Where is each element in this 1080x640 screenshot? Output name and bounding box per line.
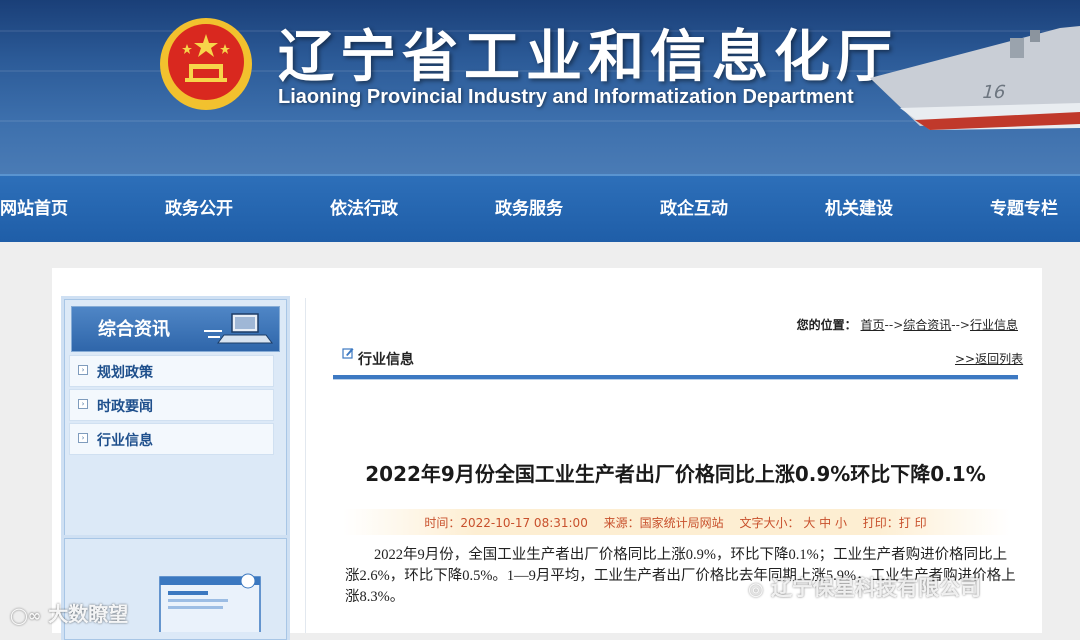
breadcrumb: 您的位置： 首页-->综合资讯-->行业信息 <box>797 316 1018 333</box>
article-time: 时间：2022-10-17 08:31:00 <box>424 516 588 530</box>
breadcrumb-home[interactable]: 首页 <box>861 318 885 332</box>
edit-icon <box>342 348 354 359</box>
site-title-en: Liaoning Provincial Industry and Informa… <box>278 86 854 108</box>
nav-item-interaction[interactable]: 政企互动 <box>660 176 728 242</box>
bullet-icon: › <box>78 399 88 409</box>
watermark-right-text: 辽宁保星科技有限公司 <box>771 576 982 600</box>
nav-item-home[interactable]: 网站首页 <box>0 176 68 242</box>
nav-item-government-affairs[interactable]: 政务公开 <box>165 176 233 242</box>
sidebar-menu: 综合资讯 › 规划政策 › 时政要闻 › 行业信息 <box>64 299 287 541</box>
sidebar-header: 综合资讯 <box>71 306 280 352</box>
article-meta: 时间：2022-10-17 08:31:00 来源：国家统计局网站 文字大小： … <box>333 514 1018 531</box>
header-banner: 辽宁省工业和信息化厅 Liaoning Provincial Industry … <box>0 0 1080 174</box>
print-control[interactable]: 打印：打 印 <box>863 516 927 530</box>
breadcrumb-comprehensive[interactable]: 综合资讯 <box>903 318 951 332</box>
section-divider-thin <box>333 379 1018 380</box>
nav-item-services[interactable]: 政务服务 <box>495 176 563 242</box>
site-title-cn: 辽宁省工业和信息化厅 <box>278 25 898 90</box>
aircraft-carrier-image: 16 <box>870 26 1080 130</box>
watermark-left: ◯∞ 大数瞭望 <box>10 598 128 627</box>
watermark-logo-icon: ◯∞ <box>10 606 42 625</box>
sidebar-item-label: 时政要闻 <box>97 399 153 415</box>
watermark-left-text: 大数瞭望 <box>48 602 129 626</box>
document-illustration-icon <box>159 573 261 632</box>
breadcrumb-separator: --> <box>884 318 904 332</box>
bullet-icon: › <box>78 365 88 375</box>
watermark-right: ◎ 辽宁保星科技有限公司 <box>748 572 981 602</box>
article-title: 2022年9月份全国工业生产者出厂价格同比上涨0.9%环比下降0.1% <box>365 462 986 486</box>
back-to-list-link[interactable]: >>返回列表 <box>955 350 1023 367</box>
nav-item-special[interactable]: 专题专栏 <box>990 176 1058 242</box>
national-emblem-icon <box>160 18 252 110</box>
section-title: 行业信息 <box>358 352 414 368</box>
breadcrumb-label: 您的位置： <box>796 318 857 332</box>
nav-item-agency[interactable]: 机关建设 <box>825 176 893 242</box>
sidebar-item-label: 行业信息 <box>97 433 153 449</box>
wechat-icon: ◎ <box>748 579 764 600</box>
sidebar-item-label: 规划政策 <box>97 365 153 381</box>
main-nav: 网站首页 政务公开 依法行政 政务服务 政企互动 机关建设 专题专栏 <box>0 174 1080 242</box>
sidebar-item-current-affairs[interactable]: › 时政要闻 <box>69 389 274 421</box>
sidebar-item-industry-info[interactable]: › 行业信息 <box>69 423 274 455</box>
bullet-icon: › <box>78 433 88 443</box>
font-size-control[interactable]: 文字大小： 大 中 小 <box>740 516 847 530</box>
sidebar-item-planning-policy[interactable]: › 规划政策 <box>69 355 274 387</box>
breadcrumb-separator: --> <box>951 318 970 332</box>
computer-icon <box>204 313 273 344</box>
article-source: 来源：国家统计局网站 <box>603 516 724 530</box>
breadcrumb-industry[interactable]: 行业信息 <box>970 318 1018 332</box>
sidebar-heading: 综合资讯 <box>98 319 170 340</box>
nav-item-law[interactable]: 依法行政 <box>330 176 398 242</box>
